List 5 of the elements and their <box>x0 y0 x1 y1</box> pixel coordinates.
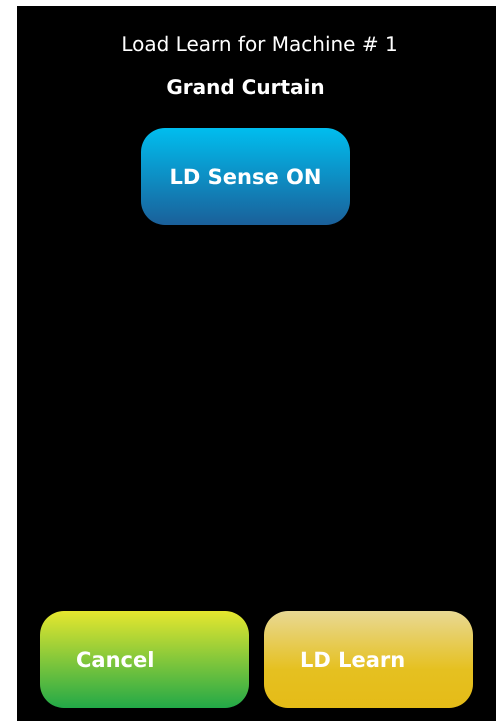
machine-name: Grand Curtain <box>165 75 326 99</box>
learn-button[interactable]: LD Learn <box>264 611 473 708</box>
sense-toggle-button[interactable]: LD Sense ON <box>141 128 350 225</box>
cancel-button[interactable]: Cancel <box>40 611 249 708</box>
screen-title: Load Learn for Machine # 1 <box>120 32 399 56</box>
